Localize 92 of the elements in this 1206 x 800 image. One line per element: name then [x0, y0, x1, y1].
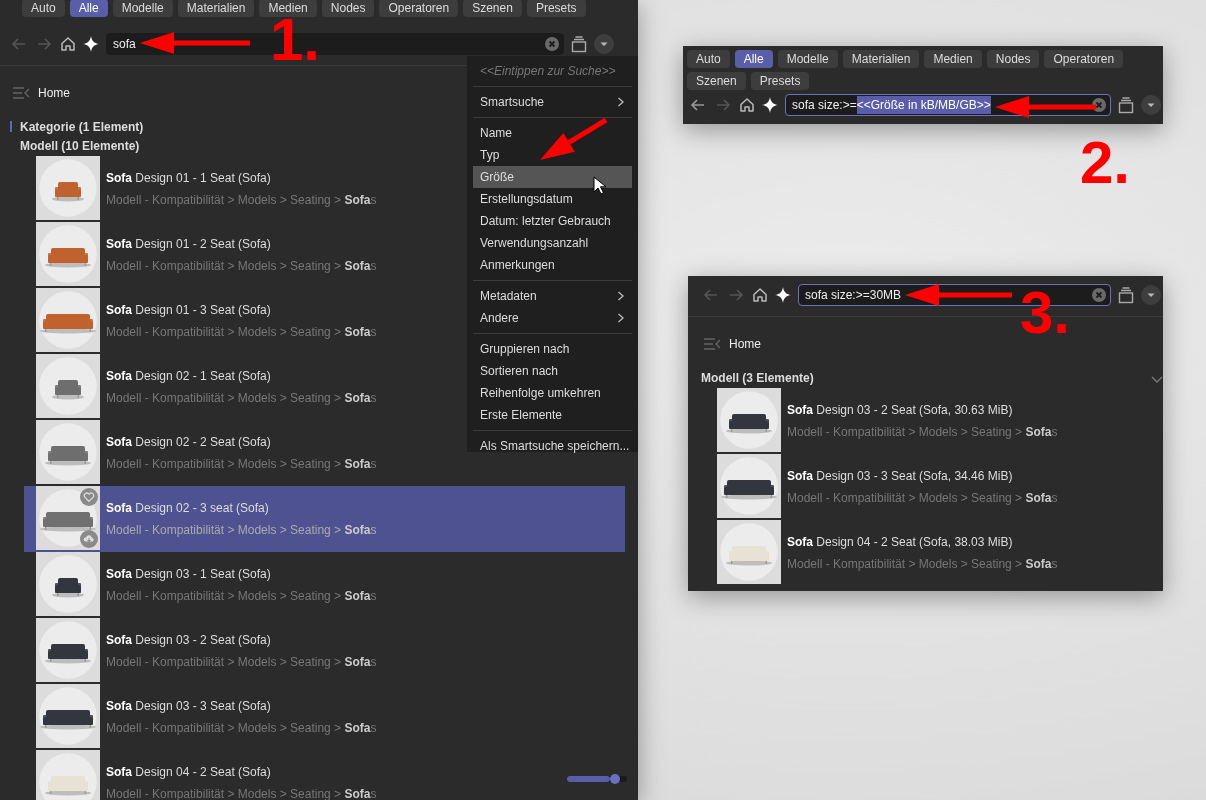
asset-name: Sofa Design 03 - 2 Seat (Sofa, 30.63 MiB)	[787, 402, 1014, 418]
home-icon[interactable]	[739, 97, 755, 113]
stack-icon[interactable]	[1118, 96, 1134, 114]
asset-name: Sofa Design 01 - 3 Seat (Sofa)	[106, 302, 272, 318]
asset-name: Sofa Design 01 - 2 Seat (Sofa)	[106, 236, 272, 252]
step-number: 2.	[1080, 133, 1131, 193]
sparkle-icon[interactable]	[83, 36, 99, 52]
group-heading[interactable]: Modell (3 Elemente)	[688, 369, 814, 388]
selected-asset-row[interactable]: Sofa Design 02 - 3 seat (Sofa) Modell - Kompatibilität > Models > Seating > Sofas	[24, 486, 625, 552]
asset-name: Sofa Design 04 - 2 Seat (Sofa)	[106, 764, 272, 780]
filter-tab[interactable]: Nodes	[321, 0, 375, 17]
asset-path: Modell - Kompatibilität > Models > Seating > Sofas	[787, 490, 1058, 506]
filter-tab[interactable]: Operatoren	[379, 0, 459, 17]
asset-path: Modell - Kompatibilität > Models > Seating > Sofas	[106, 654, 377, 670]
menu-item[interactable]: Metadaten	[473, 285, 632, 307]
asset-path: Modell - Kompatibilität > Models > Seating > Sofas	[787, 556, 1058, 572]
menu-item[interactable]: Typ	[473, 144, 632, 166]
asset-path: Modell - Kompatibilität > Models > Seating > Sofas	[106, 456, 377, 472]
menu-item[interactable]: Smartsuche	[473, 91, 632, 113]
group-heading[interactable]: Kategorie (1 Element)	[0, 118, 144, 137]
asset-name: Sofa Design 04 - 2 Seat (Sofa, 38.03 MiB)	[787, 534, 1014, 550]
filter-tab[interactable]: Materialien	[177, 0, 255, 17]
filter-tab[interactable]: Modelle	[112, 0, 173, 17]
cloud-download-icon[interactable]	[80, 530, 98, 548]
menu-item[interactable]: Als Smartsuche speichern...	[473, 435, 632, 457]
asset-path: Modell - Kompatibilität > Models > Seating > Sofas	[787, 424, 1058, 440]
home-icon[interactable]	[752, 287, 768, 303]
asset-name: Sofa Design 03 - 1 Seat (Sofa)	[106, 566, 272, 582]
asset-path: Modell - Kompatibilität > Models > Seating > Sofas	[106, 522, 377, 538]
asset-path: Modell - Kompatibilität > Models > Seating > Sofas	[106, 390, 377, 406]
filter-tab[interactable]: Alle	[69, 0, 108, 17]
chevron-right-icon	[617, 313, 625, 323]
breadcrumb-link[interactable]: Home	[38, 84, 70, 102]
menu-hint: <<Eintippen zur Suche>>	[479, 63, 617, 80]
filter-tab[interactable]: Nodes	[986, 50, 1040, 68]
sparkle-icon[interactable]	[775, 287, 791, 303]
menu-item[interactable]: Verwendungsanzahl	[473, 232, 632, 254]
menu-item[interactable]: Sortieren nach	[473, 360, 632, 382]
filter-tab[interactable]: Szenen	[463, 0, 522, 17]
filter-tab[interactable]: Alle	[734, 50, 773, 68]
filter-tab[interactable]: Auto	[687, 50, 730, 68]
dropdown-icon[interactable]	[1141, 285, 1161, 305]
mouse-cursor-icon	[593, 176, 607, 196]
sparkle-icon[interactable]	[762, 97, 778, 113]
collapse-sidebar-icon[interactable]	[703, 337, 721, 351]
clear-icon[interactable]	[1092, 98, 1106, 112]
asset-name: Sofa Design 02 - 1 Seat (Sofa)	[106, 368, 272, 384]
asset-name: Sofa Design 03 - 3 Seat (Sofa, 34.46 MiB)	[787, 468, 1014, 484]
clear-icon[interactable]	[1092, 288, 1106, 302]
clear-icon[interactable]	[545, 37, 559, 51]
menu-item[interactable]: Erstellungsdatum	[473, 188, 632, 210]
menu-item[interactable]: Datum: letzter Gebrauch	[473, 210, 632, 232]
asset-path: Modell - Kompatibilität > Models > Seating > Sofas	[106, 258, 377, 274]
breadcrumb-link[interactable]: Home	[729, 335, 761, 353]
asset-name: Sofa Design 02 - 2 Seat (Sofa)	[106, 434, 272, 450]
stack-icon[interactable]	[1118, 286, 1134, 304]
menu-item[interactable]: Andere	[473, 307, 632, 329]
annotation-arrow	[540, 117, 608, 160]
zoom-slider[interactable]	[567, 776, 611, 782]
asset-path: Modell - Kompatibilität > Models > Seating > Sofas	[106, 588, 377, 604]
filter-tab[interactable]: Medien	[924, 50, 982, 68]
filter-tab[interactable]: Szenen	[687, 72, 746, 90]
menu-item[interactable]: Gruppieren nach	[473, 338, 632, 360]
dropdown-icon[interactable]	[594, 34, 614, 54]
filter-tab[interactable]: Auto	[22, 0, 65, 17]
dropdown-icon[interactable]	[1141, 95, 1161, 115]
collapse-sidebar-icon[interactable]	[12, 86, 30, 100]
asset-path: Modell - Kompatibilität > Models > Seating > Sofas	[106, 786, 377, 800]
asset-name: Sofa Design 01 - 1 Seat (Sofa)	[106, 170, 272, 186]
filter-tab[interactable]: Operatoren	[1044, 50, 1124, 68]
chevron-right-icon	[617, 97, 625, 107]
asset-name: Sofa Design 02 - 3 seat (Sofa)	[106, 500, 270, 516]
home-icon[interactable]	[60, 36, 76, 52]
group-heading[interactable]: Modell (10 Elemente)	[0, 137, 140, 156]
chevron-right-icon	[617, 291, 625, 301]
filter-tab[interactable]: Presets	[526, 0, 586, 17]
slider-thumb[interactable]	[610, 774, 621, 784]
filter-tab[interactable]: Materialien	[842, 50, 920, 68]
menu-item[interactable]: Reihenfolge umkehren	[473, 382, 632, 404]
menu-item[interactable]: Größe	[473, 166, 632, 188]
stack-icon[interactable]	[571, 35, 587, 53]
filter-tab[interactable]: Modelle	[777, 50, 838, 68]
menu-item[interactable]: Erste Elemente	[473, 404, 632, 426]
filter-tab[interactable]: Presets	[750, 72, 810, 90]
asset-path: Modell - Kompatibilität > Models > Seating > Sofas	[106, 192, 377, 208]
filter-tab[interactable]: Medien	[259, 0, 317, 17]
menu-item[interactable]: Name	[473, 122, 632, 144]
asset-name: Sofa Design 03 - 3 Seat (Sofa)	[106, 698, 272, 714]
menu-item[interactable]: Anmerkungen	[473, 254, 632, 276]
asset-name: Sofa Design 03 - 2 Seat (Sofa)	[106, 632, 272, 648]
asset-path: Modell - Kompatibilität > Models > Seating > Sofas	[106, 324, 377, 340]
asset-path: Modell - Kompatibilität > Models > Seating > Sofas	[106, 720, 377, 736]
